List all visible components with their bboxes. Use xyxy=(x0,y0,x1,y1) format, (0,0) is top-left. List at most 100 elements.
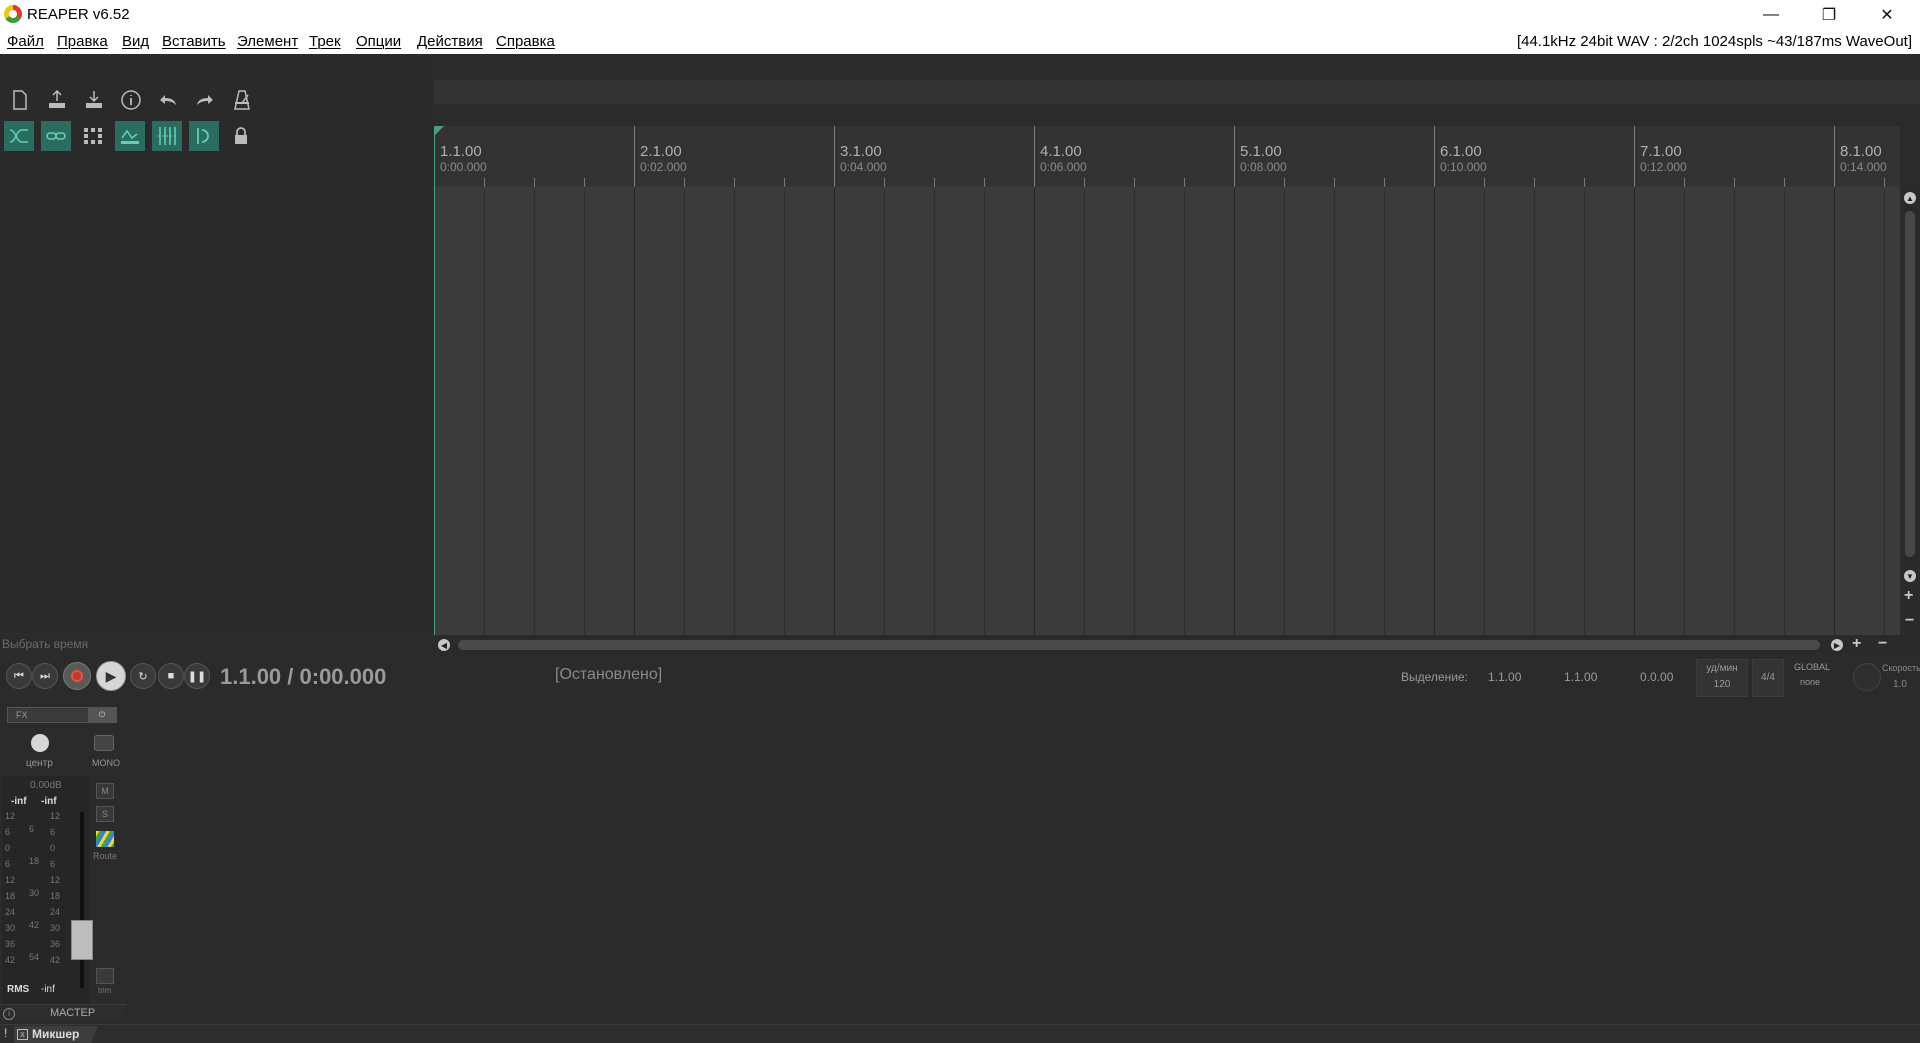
grid-snap-icon[interactable] xyxy=(78,121,108,151)
tab-mixer[interactable]: x Микшер xyxy=(14,1026,98,1043)
horizontal-scroll-thumb[interactable] xyxy=(458,640,1820,650)
info-icon[interactable] xyxy=(116,85,146,115)
mute-button[interactable]: M xyxy=(96,783,114,799)
zoom-in-horizontal-icon[interactable]: + xyxy=(1852,635,1861,653)
time-signature-box[interactable]: 4/4 xyxy=(1752,659,1784,697)
record-button[interactable] xyxy=(63,662,91,690)
zoom-out-vertical-icon[interactable]: − xyxy=(1905,612,1914,630)
time-signature: 4/4 xyxy=(1761,672,1775,683)
automation-mode[interactable]: GLOBAL none xyxy=(1790,659,1844,697)
vertical-scroll-thumb[interactable] xyxy=(1905,211,1915,557)
fx-label: FX xyxy=(16,710,28,720)
peak-right: -inf xyxy=(41,796,57,807)
menu-options[interactable]: Опции xyxy=(356,33,401,50)
grid-line xyxy=(1234,187,1235,635)
grid-line xyxy=(1084,187,1085,635)
envelope-lock-icon[interactable] xyxy=(115,121,145,151)
pan-knob[interactable] xyxy=(31,734,49,752)
grouping-icon[interactable] xyxy=(41,121,71,151)
timeline-ruler[interactable]: 1.1.00 0:00.000 2.1.00 0:02.000 3.1.00 0… xyxy=(434,126,1900,188)
redo-icon[interactable] xyxy=(190,85,220,115)
menu-file[interactable]: Файл xyxy=(7,33,44,50)
zoom-out-horizontal-icon[interactable]: − xyxy=(1878,635,1887,653)
menu-actions[interactable]: Действия xyxy=(417,33,483,50)
selection-length[interactable]: 0.0.00 xyxy=(1640,670,1673,684)
menu-edit[interactable]: Правка xyxy=(57,33,108,50)
open-icon[interactable] xyxy=(79,85,109,115)
mono-icon[interactable] xyxy=(94,735,114,751)
selection-start[interactable]: 1.1.00 xyxy=(1488,670,1521,684)
ruler-time-label: 0:10.000 xyxy=(1440,160,1487,174)
meter-scale-label: 42 xyxy=(50,955,61,965)
route-icon[interactable] xyxy=(96,831,114,847)
edit-cursor xyxy=(434,126,435,635)
fx-slot[interactable]: FX ⏻ xyxy=(7,707,117,723)
new-project-icon[interactable] xyxy=(5,85,35,115)
solo-button[interactable]: S xyxy=(96,806,114,822)
menu-insert[interactable]: Вставить xyxy=(162,33,226,50)
close-tab-icon[interactable]: x xyxy=(17,1029,28,1040)
tempo-label: уд/мин xyxy=(1706,663,1738,674)
select-time-label: Выбрать время xyxy=(2,637,89,651)
scroll-down-icon[interactable]: ▼ xyxy=(1904,570,1916,582)
scroll-up-icon[interactable]: ▲ xyxy=(1904,192,1916,204)
grid-line xyxy=(1634,187,1635,635)
stop-icon[interactable]: ■ xyxy=(158,663,184,689)
grid-line xyxy=(534,187,535,635)
route-label: Route xyxy=(93,851,118,861)
volume-meter[interactable]: 0.00dB -inf -inf 12 6 0 6 12 18 24 30 36 42 6 18 30… xyxy=(2,776,93,1006)
zoom-in-vertical-icon[interactable]: + xyxy=(1904,587,1913,605)
ruler-mark: 2.1.00 0:02.000 xyxy=(634,126,687,188)
repeat-icon[interactable]: ↻ xyxy=(130,663,156,689)
info-icon[interactable]: i xyxy=(3,1008,15,1020)
metronome-icon[interactable] xyxy=(227,85,257,115)
play-button[interactable]: ▶ xyxy=(96,661,126,691)
close-button[interactable]: ✕ xyxy=(1858,0,1916,29)
restore-button[interactable]: ❐ xyxy=(1800,0,1858,29)
ruler-mark: 4.1.00 0:06.000 xyxy=(1034,126,1087,188)
menu-help[interactable]: Справка xyxy=(496,33,555,50)
tempo-box[interactable]: уд/мин 120 xyxy=(1696,659,1748,697)
time-display[interactable]: 1.1.00 / 0:00.000 xyxy=(220,664,386,690)
edit-cursor-flag[interactable] xyxy=(434,126,444,136)
pan-label: центр xyxy=(26,758,53,769)
undo-icon[interactable] xyxy=(153,85,183,115)
ripple-edit-icon[interactable] xyxy=(189,121,219,151)
ruler-bar-label: 7.1.00 xyxy=(1640,143,1682,160)
minimize-button[interactable]: — xyxy=(1742,0,1800,29)
pause-icon[interactable]: ❚❚ xyxy=(184,663,210,689)
fader-track xyxy=(80,812,84,988)
go-to-start-icon[interactable]: ⏮ xyxy=(6,663,32,689)
ruler-time-label: 0:02.000 xyxy=(640,160,687,174)
vertical-scrollbar[interactable]: ▲ ▼ + − xyxy=(1900,187,1920,635)
snap-grid-icon[interactable] xyxy=(152,121,182,151)
go-to-end-icon[interactable]: ⏭ xyxy=(32,663,58,689)
rate-value[interactable]: 1.0 xyxy=(1893,679,1907,690)
horizontal-scrollbar[interactable]: ◀ ▶ + − xyxy=(434,635,1920,655)
menu-item[interactable]: Элемент xyxy=(237,33,298,50)
trim-icon[interactable] xyxy=(96,968,114,984)
save-icon[interactable] xyxy=(42,85,72,115)
tab-mixer-label: Микшер xyxy=(32,1027,80,1041)
selection-end[interactable]: 1.1.00 xyxy=(1564,670,1597,684)
menu-view[interactable]: Вид xyxy=(122,33,149,50)
ruler-bar-label: 2.1.00 xyxy=(640,143,682,160)
meter-scale-label: 36 xyxy=(50,939,61,949)
scroll-right-icon[interactable]: ▶ xyxy=(1831,639,1843,651)
mono-label: MONO xyxy=(92,758,120,768)
lock-icon[interactable] xyxy=(226,121,256,151)
grid-line xyxy=(734,187,735,635)
audio-device-status[interactable]: [44.1kHz 24bit WAV : 2/2ch 1024spls ~43/… xyxy=(1517,33,1912,50)
track-control-panel[interactable] xyxy=(0,54,434,634)
track-area[interactable] xyxy=(434,187,1900,635)
grid-line xyxy=(1684,187,1685,635)
docker-pin-icon[interactable]: ! xyxy=(4,1026,7,1040)
fx-bypass-icon[interactable]: ⏻ xyxy=(88,708,116,722)
auto-crossfade-icon[interactable] xyxy=(4,121,34,151)
playrate-knob[interactable] xyxy=(1853,663,1881,691)
scroll-left-icon[interactable]: ◀ xyxy=(438,639,450,651)
menu-track[interactable]: Трек xyxy=(309,33,341,50)
master-track-name: МАСТЕР xyxy=(50,1007,96,1019)
volume-fader[interactable] xyxy=(71,920,93,960)
master-name-bar: i МАСТЕР xyxy=(0,1004,126,1021)
